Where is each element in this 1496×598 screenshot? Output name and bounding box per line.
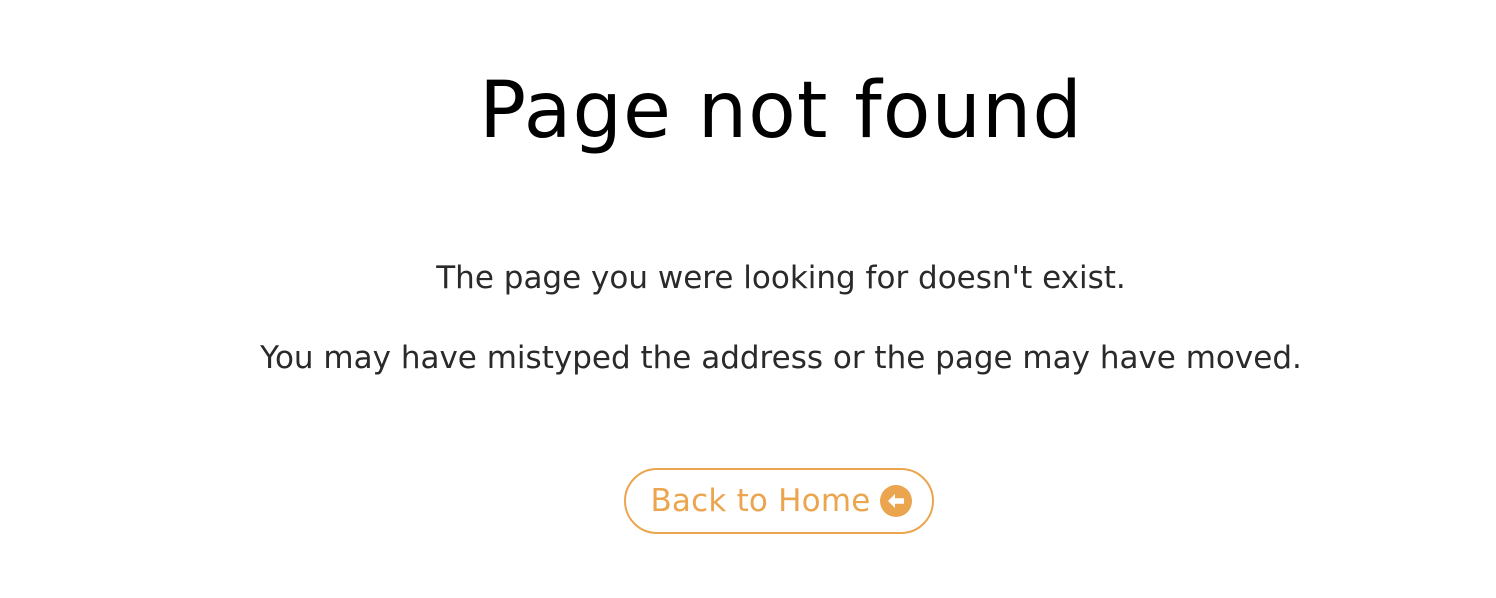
arrow-circle-left-icon xyxy=(879,485,912,517)
error-message-primary: The page you were looking for doesn't ex… xyxy=(436,260,1126,296)
page-title: Page not found xyxy=(479,66,1083,156)
not-found-page: Page not found The page you were looking… xyxy=(0,0,1496,598)
back-to-home-label: Back to Home xyxy=(650,483,871,519)
back-to-home-button[interactable]: Back to Home xyxy=(624,468,934,534)
error-message-secondary: You may have mistyped the address or the… xyxy=(260,340,1302,376)
